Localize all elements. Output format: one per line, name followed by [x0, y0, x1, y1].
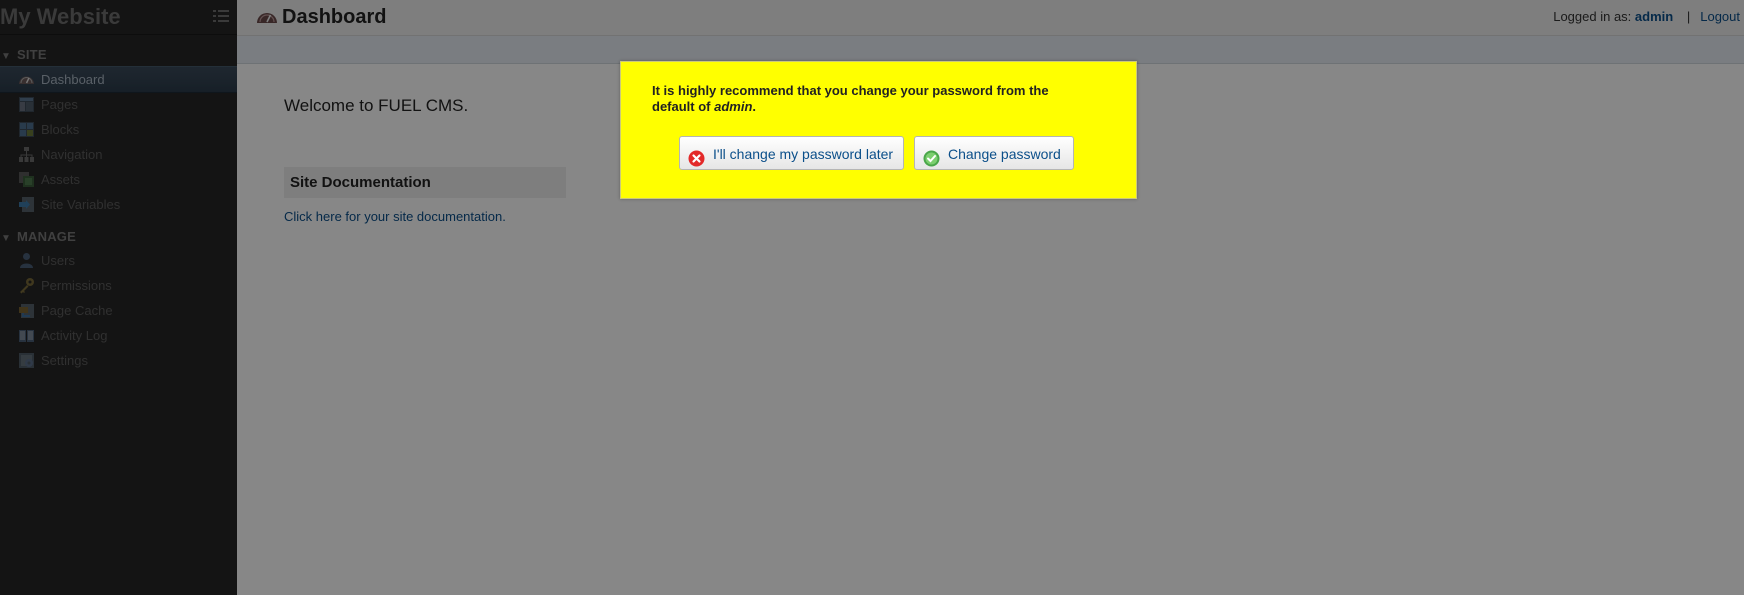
close-circle-icon	[688, 145, 705, 167]
change-password-button[interactable]: Change password	[914, 136, 1074, 170]
change-later-button[interactable]: I'll change my password later	[679, 136, 904, 170]
check-circle-icon	[923, 145, 940, 167]
password-warning-modal: It is highly recommend that you change y…	[620, 61, 1137, 199]
modal-message: It is highly recommend that you change y…	[652, 83, 1049, 114]
